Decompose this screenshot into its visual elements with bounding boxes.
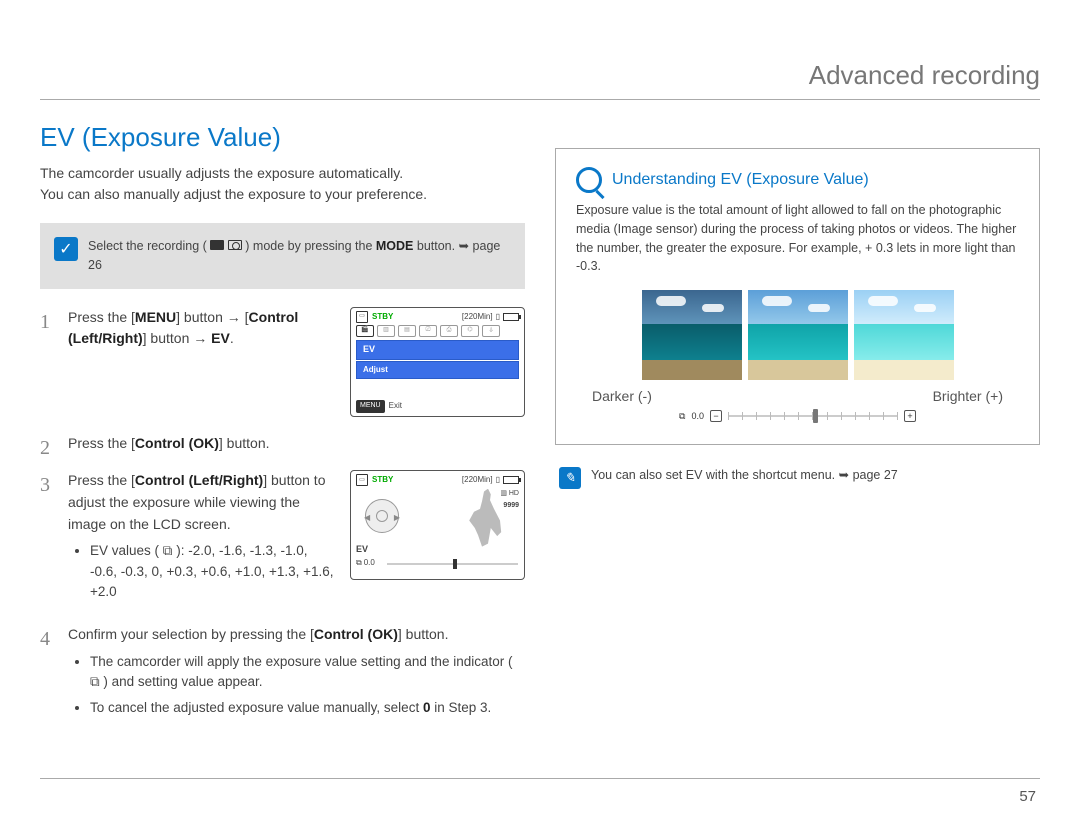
control-pad-icon: ◀▶ (365, 499, 399, 533)
magnifier-icon (576, 167, 602, 193)
step1-text-a: Press the [ (68, 309, 135, 325)
example-photo-mid (748, 290, 848, 380)
step4-bullet1a: The camcorder will apply the exposure va… (90, 654, 512, 669)
exposure-example-strip (576, 290, 1019, 380)
note-icon: ✎ (559, 467, 581, 489)
info-slider: ⧉ 0.0 − + (576, 410, 1019, 422)
time-remaining: [220Min] (462, 311, 493, 323)
card-icon-2: ▯ (496, 474, 500, 486)
lcd-ev-label: EV (356, 543, 368, 557)
ev-indicator-icon-4: ⧉ (679, 411, 685, 422)
step-3: Press the [Control (Left/Right)] button … (40, 470, 525, 624)
video-mode-icon (210, 240, 224, 250)
info-slider-value: 0.0 (691, 411, 704, 421)
step1-menu: MENU (135, 309, 176, 325)
step1-text-d: . (230, 330, 234, 346)
step1-ev: EV (211, 330, 230, 346)
shortcut-text: You can also set EV with the shortcut me… (591, 468, 839, 482)
step1-text-c: ] button → (143, 330, 211, 346)
ic-5: ⎙ (440, 325, 458, 337)
brighter-label: Brighter (+) (933, 388, 1003, 404)
stby-label: STBY (372, 311, 393, 323)
battery-icon (503, 313, 519, 321)
chapter-title: Advanced recording (40, 60, 1040, 100)
exit-label: Exit (389, 400, 402, 412)
info-box: Understanding EV (Exposure Value) Exposu… (555, 148, 1040, 445)
step3-ctrl-lr: Control (Left/Right) (135, 472, 263, 488)
step-1: Press the [MENU] button → [Control (Left… (40, 307, 525, 433)
sd-icon: ▭ (356, 311, 368, 323)
step-4: Confirm your selection by pressing the [… (40, 624, 525, 740)
battery-icon-2 (503, 476, 519, 484)
info-title: Understanding EV (Exposure Value) (612, 171, 869, 189)
intro-line-2: You can also manually adjust the exposur… (40, 186, 427, 202)
silhouette-figure (466, 489, 506, 547)
page-number: 57 (1019, 788, 1036, 805)
step2-text-b: ] button. (219, 435, 270, 451)
lcd-icon-row: 🎬 ▥ ▤ ⎚ ⎙ ⌬ ⍙ (351, 323, 524, 339)
lcd-mock-menu: ▭ STBY [220Min] ▯ 🎬 (350, 307, 525, 417)
step4-bullet-2: To cancel the adjusted exposure value ma… (90, 698, 525, 718)
darker-label: Darker (-) (592, 388, 652, 404)
ic-2: ▥ (377, 325, 395, 337)
step4-bullet1b: ) and setting value appear. (103, 674, 262, 689)
shortcut-page-ref: page 27 (853, 468, 898, 482)
step3-text-a: Press the [ (68, 472, 135, 488)
step4-bullet2b: in Step 3. (434, 700, 491, 715)
step3-bullet-a: EV values ( (90, 543, 159, 558)
info-body: Exposure value is the total amount of li… (576, 201, 1019, 276)
section-heading: EV (Exposure Value) (40, 122, 525, 153)
step2-text-a: Press the [ (68, 435, 135, 451)
intro-line-1: The camcorder usually adjusts the exposu… (40, 165, 403, 181)
step4-text-a: Confirm your selection by pressing the [ (68, 626, 314, 642)
ic-6: ⌬ (461, 325, 479, 337)
lcd-mock-adjust: ▭ STBY [220Min] ▯ ▥ HD 9999 (350, 470, 525, 580)
prereq-tail: button. (417, 239, 459, 253)
ev-indicator-icon-2: ⧉ (356, 557, 362, 569)
step1-text-b: ] button → [ (176, 309, 248, 325)
menu-tag: MENU (356, 400, 385, 413)
card-icon: ▯ (496, 311, 500, 323)
right-arrow-icon: ➥ (459, 239, 469, 253)
prereq-post: ) mode by pressing the (245, 239, 376, 253)
stby-label-2: STBY (372, 474, 393, 486)
ic-7: ⍙ (482, 325, 500, 337)
step4-bullet-1: The camcorder will apply the exposure va… (90, 652, 525, 693)
ev-indicator-icon: ⧉ (163, 543, 173, 558)
lcd-menu-ev: EV (356, 340, 519, 360)
step4-zero: 0 (423, 700, 431, 715)
sd-icon-2: ▭ (356, 474, 368, 486)
mode-label: MODE (376, 239, 414, 253)
ev-indicator-icon-3: ⧉ (90, 674, 100, 689)
time-remaining-2: [220Min] (462, 474, 493, 486)
minus-icon: − (710, 410, 722, 422)
example-photo-bright (854, 290, 954, 380)
step4-bullet2a: To cancel the adjusted exposure value ma… (90, 700, 423, 715)
ic-3: ▤ (398, 325, 416, 337)
example-photo-dark (642, 290, 742, 380)
shortcut-note: ✎ You can also set EV with the shortcut … (555, 467, 1040, 489)
photo-mode-icon (228, 240, 242, 250)
step-2: Press the [Control (OK)] button. (40, 433, 525, 471)
step3-bullet: EV values ( ⧉ ): -2.0, -1.6, -1.3, -1.0,… (90, 541, 334, 602)
right-arrow-icon-2: ➥ (839, 468, 849, 482)
prereq-pre: Select the recording ( (88, 239, 207, 253)
ic-4: ⎚ (419, 325, 437, 337)
step2-ctrl-ok: Control (OK) (135, 435, 219, 451)
lcd-ev-value: 0.0 (364, 557, 375, 569)
plus-icon: + (904, 410, 916, 422)
prerequisite-box: ✓ Select the recording ( ) mode by press… (40, 223, 525, 289)
lcd-ev-slider (387, 561, 518, 567)
lcd-menu-adjust: Adjust (356, 361, 519, 379)
step4-text-b: ] button. (398, 626, 449, 642)
page-footer-rule (40, 778, 1040, 779)
step4-ctrl-ok: Control (OK) (314, 626, 398, 642)
checkmark-icon: ✓ (54, 237, 78, 261)
ic-movie: 🎬 (356, 325, 374, 337)
